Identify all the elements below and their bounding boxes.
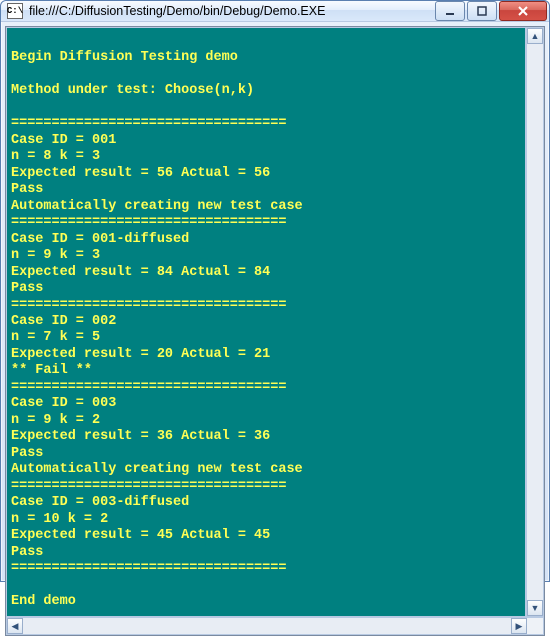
scroll-left-button[interactable]: ◀: [7, 618, 23, 634]
titlebar[interactable]: C:\ file:///C:/DiffusionTesting/Demo/bin…: [1, 1, 549, 22]
horizontal-scrollbar[interactable]: ◀ ▶: [6, 617, 544, 635]
maximize-button[interactable]: [467, 1, 497, 21]
vertical-scrollbar[interactable]: ▲ ▼: [526, 27, 544, 617]
scroll-up-button[interactable]: ▲: [527, 28, 543, 44]
scroll-down-button[interactable]: ▼: [527, 600, 543, 616]
window-controls: [433, 1, 547, 21]
console-app-icon: C:\: [7, 3, 23, 19]
horizontal-scroll-track[interactable]: [23, 618, 511, 634]
app-window: C:\ file:///C:/DiffusionTesting/Demo/bin…: [0, 0, 550, 582]
minimize-button[interactable]: [435, 1, 465, 21]
window-title: file:///C:/DiffusionTesting/Demo/bin/Deb…: [29, 4, 433, 18]
console-output: Begin Diffusion Testing demo Method unde…: [6, 27, 526, 617]
vertical-scroll-track[interactable]: [527, 44, 543, 600]
scroll-right-button[interactable]: ▶: [511, 618, 527, 634]
close-button[interactable]: [499, 1, 547, 21]
client-area: Begin Diffusion Testing demo Method unde…: [5, 26, 545, 636]
